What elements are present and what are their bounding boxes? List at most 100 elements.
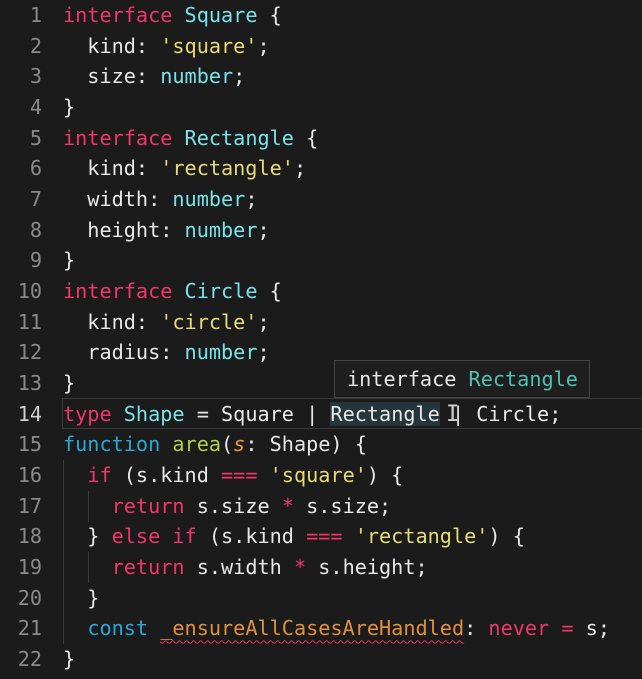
code-token: 'square' <box>269 463 367 488</box>
code-token: Rectangle <box>184 125 294 150</box>
code-token: ; <box>293 156 307 181</box>
code-token: ; <box>245 187 258 212</box>
code-token: Shape <box>123 401 185 426</box>
code-line[interactable]: 14 type Shape = Square | Rectangle | Circ… <box>0 399 642 430</box>
line-number: 21 <box>17 616 42 641</box>
code-line[interactable]: 16 if (s.kind === 'square') { <box>0 460 642 491</box>
code-token: ; <box>257 340 270 365</box>
code-token: area <box>172 432 222 457</box>
line-code: kind: 'square'; <box>63 31 270 62</box>
code-token: width: <box>63 187 173 212</box>
code-token: { <box>257 3 282 27</box>
line-code: size: number; <box>63 61 245 92</box>
code-token: s.size <box>184 493 282 518</box>
code-line[interactable]: 17 return s.size * s.size; <box>0 491 642 522</box>
code-line[interactable]: 5 interface Rectangle { <box>0 123 642 154</box>
hover-tooltip: interface Rectangle <box>334 360 590 398</box>
code-token: else if <box>111 524 197 549</box>
line-number: 13 <box>17 371 42 396</box>
code-line[interactable]: 4} <box>0 92 642 123</box>
code-line[interactable]: 18 } else if (s.kind === 'rectangle') { <box>0 521 642 552</box>
line-code: type Shape = Square | Rectangle | Circle… <box>63 399 561 430</box>
code-token: } <box>63 95 76 119</box>
line-code: } <box>63 644 75 675</box>
line-number: 10 <box>17 279 42 304</box>
code-token: } <box>63 647 76 672</box>
code-line[interactable]: 10 interface Circle { <box>0 276 642 307</box>
code-token: : <box>464 616 489 641</box>
line-code: return s.width * s.height; <box>63 552 428 583</box>
code-line[interactable]: 3 size: number; <box>0 61 642 92</box>
code-token: : Shape) { <box>245 432 367 457</box>
line-code: function area(s: Shape) { <box>63 429 367 460</box>
code-token: Circle <box>184 279 258 304</box>
code-token: interface <box>63 279 185 304</box>
line-code: } <box>63 245 75 276</box>
code-token: s.width <box>184 555 294 580</box>
line-number: 18 <box>17 524 42 549</box>
code-token: ; <box>233 64 246 89</box>
line-number: 3 <box>29 64 42 89</box>
line-number: 19 <box>17 555 42 580</box>
code-token: const <box>87 616 149 641</box>
code-line[interactable]: 20 } <box>0 583 642 614</box>
line-number: 1 <box>29 3 42 27</box>
code-token: * <box>281 493 294 518</box>
code-line[interactable]: 22} <box>0 644 642 675</box>
line-number: 9 <box>29 248 42 273</box>
line-number: 8 <box>29 217 42 242</box>
code-token: Square <box>184 3 258 27</box>
code-token: ; <box>257 217 270 242</box>
code-token: return <box>111 493 185 518</box>
line-code: interface Rectangle { <box>63 123 318 154</box>
code-token: interface <box>63 3 185 27</box>
tooltip-type-name: Rectangle <box>468 367 578 391</box>
line-code: } else if (s.kind === 'rectangle') { <box>63 521 525 552</box>
line-number: 17 <box>17 493 42 518</box>
code-line[interactable]: 19 return s.width * s.height; <box>0 552 642 583</box>
code-line[interactable]: 2 kind: 'square'; <box>0 31 642 62</box>
line-number: 16 <box>17 463 42 488</box>
code-token: } <box>63 524 112 549</box>
code-token: (s.kind <box>111 463 222 488</box>
code-token: { <box>293 125 319 150</box>
line-code: interface Circle { <box>63 276 282 307</box>
code-line[interactable]: 9} <box>0 245 642 276</box>
code-token: number <box>160 64 234 89</box>
code-token: Rectangle <box>330 401 440 426</box>
code-token: } <box>63 371 76 396</box>
code-token: === <box>306 524 343 549</box>
code-line[interactable]: 6 kind: 'rectangle'; <box>0 153 642 184</box>
line-code: } <box>63 583 99 614</box>
code-token: kind: <box>63 156 161 181</box>
code-token: _ensureAllCasesAreHandled <box>160 616 465 641</box>
code-line[interactable]: 11 kind: 'circle'; <box>0 307 642 338</box>
line-code: const _ensureAllCasesAreHandled: never =… <box>63 613 610 644</box>
line-number: 22 <box>17 647 42 672</box>
code-token: number <box>184 217 258 242</box>
line-code: radius: number; <box>63 337 270 368</box>
code-line[interactable]: 8 height: number; <box>0 215 642 246</box>
code-token: if <box>87 463 112 488</box>
line-number: 15 <box>17 432 42 457</box>
code-token: height: <box>63 217 185 242</box>
code-token: } <box>63 585 100 610</box>
code-token: { <box>257 279 282 304</box>
code-token: ; <box>257 33 270 58</box>
code-line[interactable]: 1 interface Square { <box>0 0 642 31</box>
code-token: never <box>488 616 550 641</box>
code-line[interactable]: 21 const _ensureAllCasesAreHandled: neve… <box>0 613 642 644</box>
line-code: interface Square { <box>63 0 282 31</box>
code-token: === <box>221 463 258 488</box>
code-token: s; <box>573 616 610 641</box>
code-token: return <box>111 555 185 580</box>
code-line[interactable]: 15 function area(s: Shape) { <box>0 429 642 460</box>
line-code: kind: 'rectangle'; <box>63 153 306 184</box>
code-token: s.size; <box>293 493 392 518</box>
text-cursor-icon: I <box>446 402 460 427</box>
code-line[interactable]: 7 width: number; <box>0 184 642 215</box>
